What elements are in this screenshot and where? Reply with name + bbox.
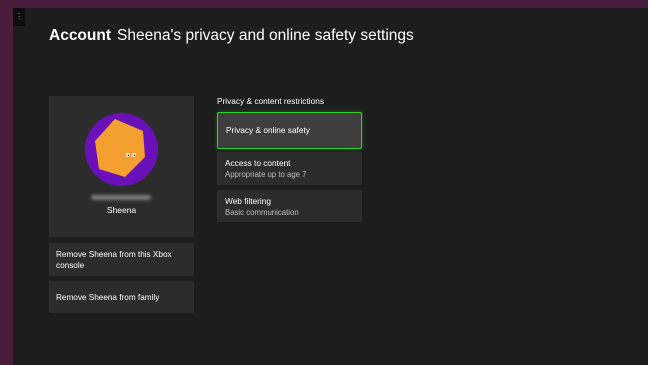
page-header: Account Sheena's privacy and online safet… [49,27,414,45]
section-title: Account [49,27,111,44]
web-filtering-value: Basic communication [225,208,299,217]
access-to-content-tile[interactable]: Access to content Appropriate up to age … [217,152,362,185]
settings-screen: ⋮ Account Sheena's privacy and online saf… [13,8,648,365]
gamertag-redacted [91,195,151,200]
privacy-online-safety-tile[interactable]: Privacy & online safety [217,112,362,149]
web-filtering-label: Web filtering [225,196,271,206]
remove-from-console-button[interactable]: Remove Sheena from this Xbox console [49,243,194,276]
avatar [85,113,158,186]
privacy-online-safety-label: Privacy & online safety [226,125,310,135]
access-to-content-value: Appropriate up to age 7 [225,170,307,179]
profile-card[interactable]: Sheena [49,96,194,237]
remove-from-console-label: Remove Sheena from this Xbox console [56,250,172,270]
remove-from-family-button[interactable]: Remove Sheena from family [49,281,194,313]
profile-name: Sheena [106,205,137,215]
restrictions-heading: Privacy & content restrictions [217,96,324,106]
remove-from-family-label: Remove Sheena from family [56,293,160,302]
access-to-content-label: Access to content [225,158,291,168]
web-filtering-tile[interactable]: Web filtering Basic communication [217,190,362,222]
menu-icon[interactable]: ⋮ [13,8,25,26]
page-title: Sheena's privacy and online safety setti… [117,27,414,44]
